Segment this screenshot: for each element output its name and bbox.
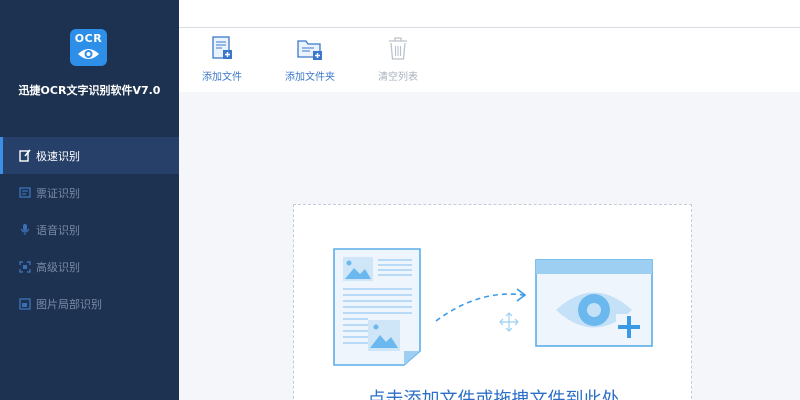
- logo-text: OCR: [74, 32, 103, 45]
- clear-list-button[interactable]: 清空列表: [363, 28, 433, 83]
- sidebar-item-label: 极速识别: [36, 149, 80, 163]
- document-icon: [333, 248, 421, 366]
- ticket-icon: [18, 186, 32, 200]
- eye-icon: [78, 49, 99, 59]
- move-cursor-icon: [499, 312, 519, 332]
- add-file-icon: [212, 36, 232, 59]
- sidebar-item-quick-ocr[interactable]: 极速识别: [0, 137, 179, 174]
- add-folder-icon: [297, 40, 322, 60]
- sidebar-item-label: 票证识别: [36, 186, 80, 200]
- sidebar-item-advanced-ocr[interactable]: 高级识别: [0, 248, 179, 285]
- image-crop-icon: [18, 297, 32, 311]
- sidebar-item-label: 语音识别: [36, 223, 80, 237]
- add-file-label: 添加文件: [202, 72, 242, 83]
- clear-list-label: 清空列表: [378, 72, 418, 83]
- preview-window-icon: [535, 259, 653, 347]
- drop-illustration: [333, 248, 653, 366]
- trash-icon: [389, 37, 407, 60]
- title-bar: [179, 0, 800, 28]
- sidebar-item-label: 高级识别: [36, 260, 80, 274]
- file-drop-zone[interactable]: 点击添加文件或拖拽文件到此处: [293, 204, 692, 400]
- toolbar: 添加文件 添加文件夹 清空列表: [179, 28, 800, 92]
- quick-edit-icon: [18, 149, 32, 163]
- add-file-button[interactable]: 添加文件: [187, 28, 257, 83]
- sidebar-item-image-region-ocr[interactable]: 图片局部识别: [0, 285, 179, 322]
- sidebar-item-voice-ocr[interactable]: 语音识别: [0, 211, 179, 248]
- drop-zone-text: 点击添加文件或拖拽文件到此处: [367, 389, 620, 400]
- dashed-arrow: [435, 293, 525, 322]
- scan-frame-icon: [18, 260, 32, 274]
- add-folder-button[interactable]: 添加文件夹: [275, 28, 345, 83]
- sidebar: OCR 迅捷OCR文字识别软件V7.0 极速识别 票证识别 语音识别 高级识别 …: [0, 0, 179, 400]
- sidebar-nav: 极速识别 票证识别 语音识别 高级识别 图片局部识别: [0, 137, 179, 322]
- add-folder-label: 添加文件夹: [285, 72, 335, 83]
- app-logo: OCR: [70, 29, 107, 66]
- app-title: 迅捷OCR文字识别软件V7.0: [18, 84, 161, 97]
- sidebar-item-label: 图片局部识别: [36, 297, 102, 311]
- sidebar-item-ticket-ocr[interactable]: 票证识别: [0, 174, 179, 211]
- microphone-icon: [18, 223, 32, 237]
